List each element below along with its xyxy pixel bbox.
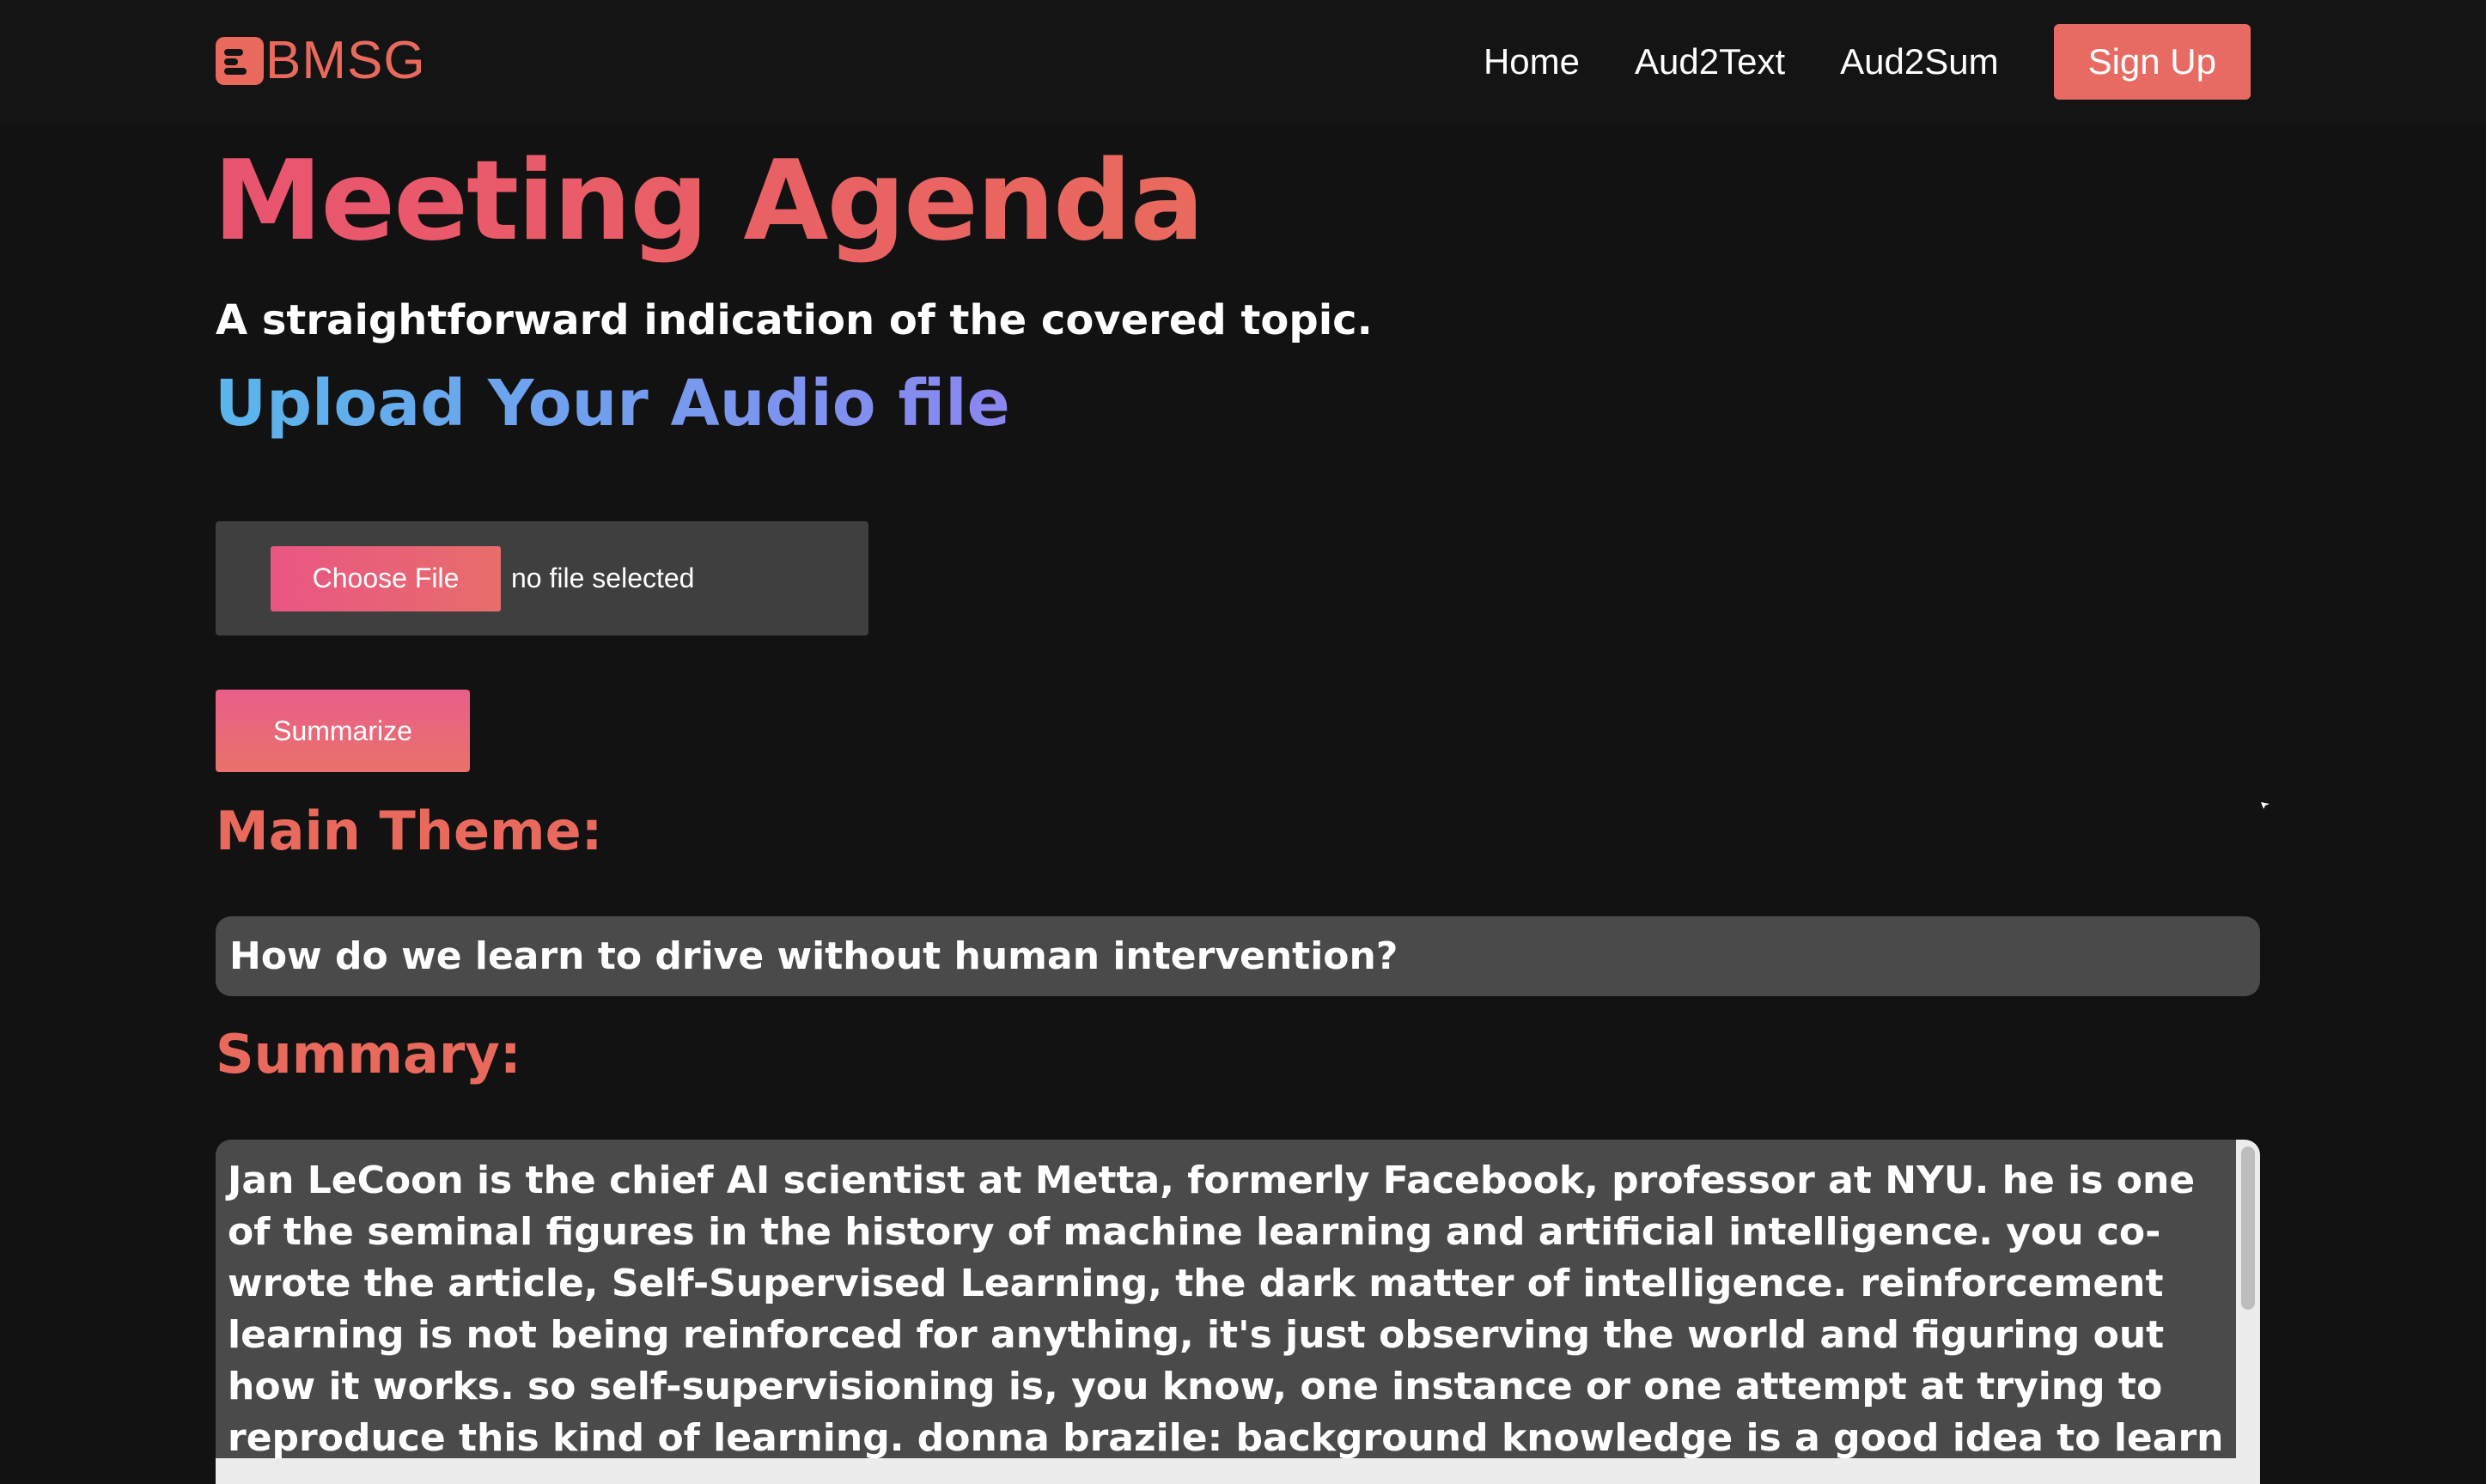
file-input: Choose File no file selected (216, 521, 868, 636)
nav-home-link[interactable]: Home (1484, 24, 1580, 100)
nav-aud2sum-link[interactable]: Aud2Sum (1840, 24, 1998, 100)
page: BMSG Home Aud2Text Aud2Sum Sign Up Meeti… (0, 0, 2486, 1484)
page-title: Meeting Agenda (213, 137, 1204, 265)
sign-up-button[interactable]: Sign Up (2053, 24, 2251, 100)
summary-box-edge (216, 1458, 2260, 1484)
top-nav-bar: BMSG Home Aud2Text Aud2Sum Sign Up (0, 0, 2486, 125)
choose-file-button[interactable]: Choose File (271, 545, 501, 611)
page-subtitle: A straightforward indication of the cove… (216, 296, 1373, 344)
upload-heading: Upload Your Audio file (215, 361, 1010, 447)
logo[interactable]: BMSG (216, 33, 426, 89)
logo-icon (216, 37, 264, 85)
summary-text: Jan LeCoon is the chief AI scientist at … (228, 1159, 2224, 1484)
main-theme-output: How do we learn to drive without human i… (216, 916, 2260, 996)
file-status-text: no file selected (511, 563, 695, 593)
summary-scrollbar-thumb[interactable] (2241, 1146, 2255, 1310)
summary-output[interactable]: Jan LeCoon is the chief AI scientist at … (216, 1140, 2260, 1484)
summary-heading: Summary: (216, 1023, 521, 1086)
main-theme-heading: Main Theme: (216, 800, 603, 862)
summary-scrollbar[interactable] (2236, 1140, 2260, 1484)
nav-aud2text-link[interactable]: Aud2Text (1635, 24, 1785, 100)
mouse-cursor-icon (2261, 802, 2270, 809)
summarize-button[interactable]: Summarize (216, 690, 470, 772)
nav-links: Home Aud2Text Aud2Sum Sign Up (1429, 24, 2251, 100)
logo-text: BMSG (265, 31, 426, 90)
